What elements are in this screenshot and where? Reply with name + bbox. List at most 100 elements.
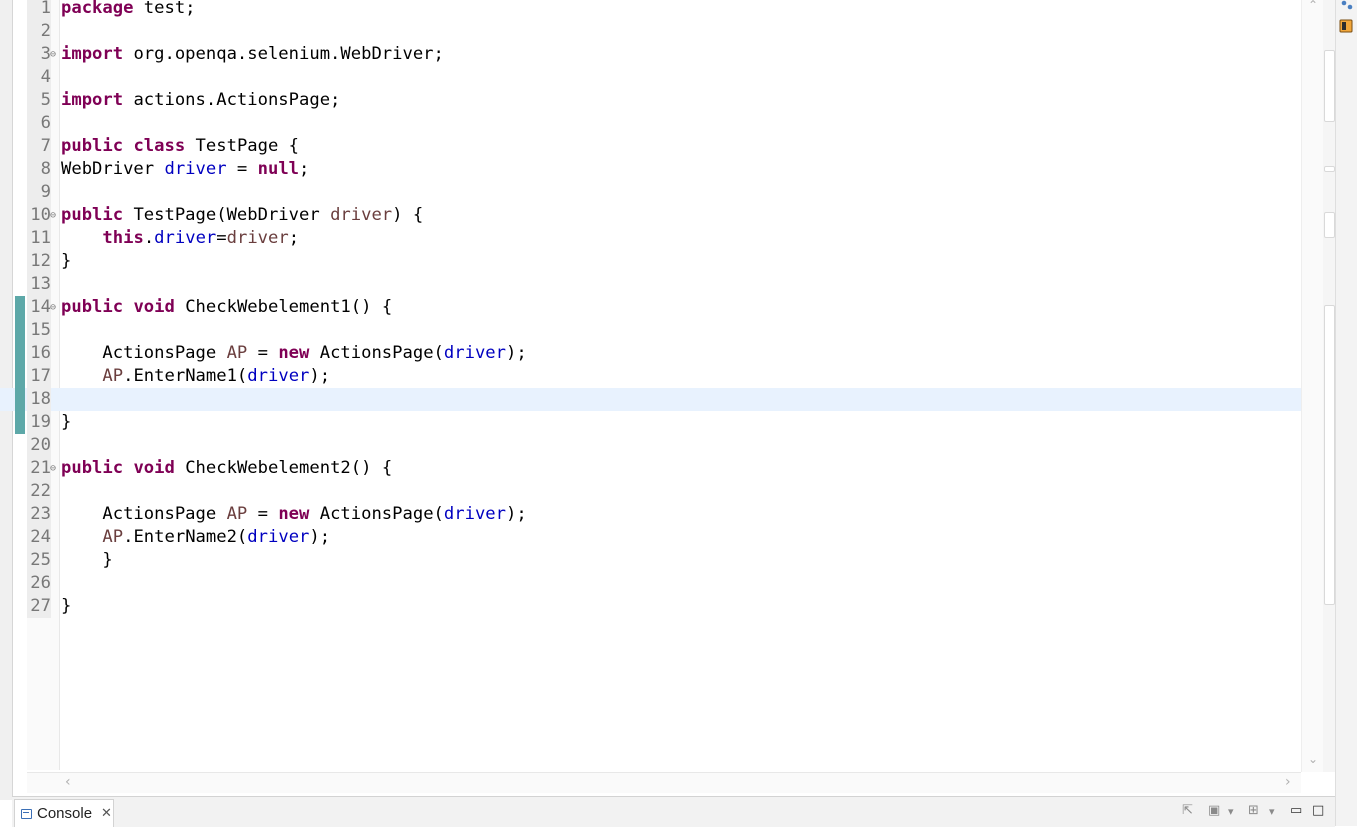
- code-line[interactable]: 5 import actions.ActionsPage;: [0, 89, 1301, 112]
- code-area[interactable]: 1 package test; 2 3 ⊖ import org.openqa.selen…: [0, 0, 1301, 618]
- code-line[interactable]: 24 AP.EnterName2(driver);: [0, 526, 1301, 549]
- code-text: this.driver=driver;: [61, 227, 299, 250]
- line-number: 7: [27, 135, 51, 158]
- line-number: 8: [27, 158, 51, 181]
- code-text: import actions.ActionsPage;: [61, 89, 340, 112]
- scroll-right-icon[interactable]: ›: [1285, 774, 1291, 790]
- ruler-thumb[interactable]: [1324, 50, 1335, 122]
- quick-diff-marker: [15, 319, 25, 342]
- toolbar-icons[interactable]: [1336, 0, 1357, 40]
- project-icon[interactable]: [1341, 0, 1353, 10]
- code-line[interactable]: 19}: [0, 411, 1301, 434]
- fold-icon[interactable]: ⊖: [50, 204, 56, 227]
- close-icon[interactable]: ✕: [101, 806, 112, 821]
- code-token: new: [278, 504, 310, 524]
- maximize-icon[interactable]: □: [1312, 803, 1324, 818]
- scroll-left-icon[interactable]: ‹: [65, 774, 71, 790]
- code-line[interactable]: 8 WebDriver driver = null;: [0, 158, 1301, 181]
- code-token: );: [309, 366, 331, 386]
- code-token: test;: [133, 0, 196, 18]
- code-line[interactable]: 7 public class TestPage {: [0, 135, 1301, 158]
- display-console-icon[interactable]: ▣: [1208, 803, 1220, 818]
- code-line[interactable]: 13: [0, 273, 1301, 296]
- line-number: 3: [27, 43, 51, 66]
- code-text: }: [61, 411, 71, 434]
- code-line[interactable]: 27}: [0, 595, 1301, 618]
- quick-diff-marker: [15, 342, 25, 365]
- line-number: 24: [27, 526, 51, 549]
- scroll-up-icon[interactable]: ⌃: [1308, 0, 1318, 12]
- code-token: );: [506, 504, 527, 524]
- code-line[interactable]: 17 AP.EnterName1(driver);: [0, 365, 1301, 388]
- quick-diff-marker: [15, 296, 25, 319]
- line-number: 17: [27, 365, 51, 388]
- line-number: 4: [27, 66, 51, 89]
- code-line[interactable]: 11 this.driver=driver;: [0, 227, 1301, 250]
- code-line[interactable]: 23 ActionsPage AP = new ActionsPage(driv…: [0, 503, 1301, 526]
- code-line[interactable]: 1 package test;: [0, 0, 1301, 20]
- code-text: import org.openqa.selenium.WebDriver;: [61, 43, 444, 66]
- ruler-annotation[interactable]: [1324, 305, 1335, 605]
- code-text: WebDriver driver = null;: [61, 158, 309, 181]
- code-token: }: [61, 251, 72, 271]
- code-line[interactable]: 10 ⊖ public TestPage(WebDriver driver) {: [0, 204, 1301, 227]
- code-text: public void CheckWebelement1() {: [61, 296, 392, 319]
- code-token: driver: [226, 228, 289, 248]
- code-token: AP: [102, 527, 124, 547]
- code-line[interactable]: 14 ⊖ public void CheckWebelement1() {: [0, 296, 1301, 319]
- code-token: public: [61, 297, 124, 317]
- code-token: void: [133, 297, 175, 317]
- code-line[interactable]: 4: [0, 66, 1301, 89]
- horizontal-scrollbar[interactable]: ‹ ›: [27, 772, 1301, 793]
- code-line[interactable]: 3 ⊖ import org.openqa.selenium.WebDriver;: [0, 43, 1301, 66]
- fold-icon[interactable]: ⊖: [50, 296, 56, 319]
- code-token: AP: [226, 343, 248, 363]
- code-text: package test;: [61, 0, 196, 20]
- overview-ruler[interactable]: [1323, 0, 1335, 772]
- code-line[interactable]: 9: [0, 181, 1301, 204]
- code-token: TestPage(WebDriver: [123, 205, 331, 225]
- code-token: AP: [226, 504, 248, 524]
- code-line[interactable]: 18: [0, 388, 1301, 411]
- code-line[interactable]: 26: [0, 572, 1301, 595]
- code-token: =: [226, 159, 258, 179]
- fold-icon[interactable]: ⊖: [50, 43, 56, 66]
- code-line[interactable]: 22: [0, 480, 1301, 503]
- code-text: public TestPage(WebDriver driver) {: [61, 204, 423, 227]
- code-line[interactable]: 6: [0, 112, 1301, 135]
- code-line[interactable]: 12}: [0, 250, 1301, 273]
- code-line[interactable]: 20: [0, 434, 1301, 457]
- line-number: 5: [27, 89, 51, 112]
- code-token: org.openqa.selenium.WebDriver;: [123, 44, 444, 64]
- code-line[interactable]: 15: [0, 319, 1301, 342]
- code-line[interactable]: 16 ActionsPage AP = new ActionsPage(driv…: [0, 342, 1301, 365]
- task-icon[interactable]: [1339, 19, 1353, 33]
- right-trim-bar: [1335, 0, 1357, 826]
- line-number: 26: [27, 572, 51, 595]
- code-token: =: [247, 343, 279, 363]
- code-token: public: [61, 458, 124, 478]
- console-tab[interactable]: Console ✕: [14, 799, 114, 827]
- code-token: );: [506, 343, 527, 363]
- java-editor[interactable]: 1 package test; 2 3 ⊖ import org.openqa.selen…: [0, 0, 1357, 827]
- code-token: driver: [164, 159, 227, 179]
- chevron-down-icon[interactable]: ▾: [1269, 805, 1275, 818]
- code-token: ActionsPage: [61, 504, 227, 524]
- scroll-down-icon[interactable]: ⌄: [1308, 752, 1318, 766]
- line-number: 20: [27, 434, 51, 457]
- code-token: driver: [154, 228, 217, 248]
- new-console-icon[interactable]: ⊞: [1248, 803, 1259, 818]
- code-line[interactable]: 25 }: [0, 549, 1301, 572]
- minimize-icon[interactable]: ▭: [1290, 803, 1302, 818]
- ruler-annotation[interactable]: [1324, 166, 1335, 172]
- line-number: 2: [27, 20, 51, 43]
- code-line[interactable]: 2: [0, 20, 1301, 43]
- chevron-down-icon[interactable]: ▾: [1228, 805, 1234, 818]
- pin-console-icon[interactable]: ⇱: [1182, 803, 1193, 818]
- code-text: public class TestPage {: [61, 135, 299, 158]
- code-line[interactable]: 21 ⊖ public void CheckWebelement2() {: [0, 457, 1301, 480]
- ruler-annotation[interactable]: [1324, 212, 1335, 238]
- fold-icon[interactable]: ⊖: [50, 457, 56, 480]
